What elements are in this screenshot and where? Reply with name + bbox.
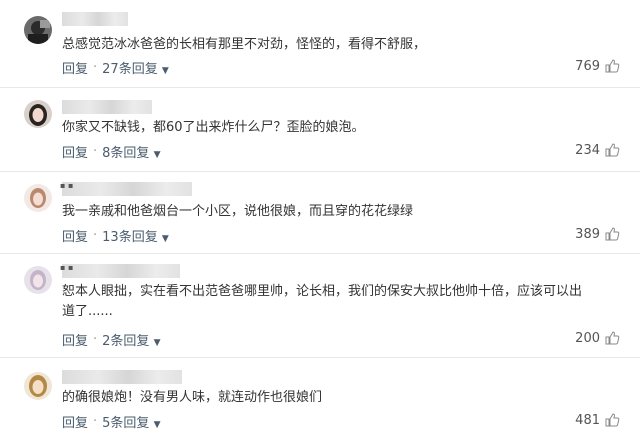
comment-meta: 回复 · 27条回复 ▼: [62, 58, 169, 77]
avatar-image: [24, 266, 52, 294]
replies-count: 5条回复: [102, 416, 150, 431]
reply-button[interactable]: 回复: [62, 412, 88, 431]
replies-toggle[interactable]: 2条回复 ▼: [102, 330, 160, 349]
meta-separator: ·: [93, 414, 98, 429]
comment-meta: 回复 · 13条回复 ▼: [62, 226, 169, 245]
meta-separator: ·: [93, 60, 98, 75]
replies-toggle[interactable]: 27条回复 ▼: [102, 58, 169, 77]
reply-button[interactable]: 回复: [62, 330, 88, 349]
comment-item: 的确很娘炮！没有男人味，就连动作也很娘们 回复 · 5条回复 ▼ 481: [0, 358, 640, 447]
replies-count: 27条回复: [102, 62, 158, 77]
username-blurred[interactable]: [60, 263, 180, 278]
avatar[interactable]: [24, 184, 52, 212]
replies-count: 13条回复: [102, 230, 158, 245]
thumbs-up-icon: [605, 331, 620, 345]
comment-text: 的确很娘炮！没有男人味，就连动作也很娘们: [62, 390, 323, 405]
avatar-image: [24, 100, 52, 128]
comment-item: 总感觉范冰冰爸爸的长相有那里不对劲，怪怪的，看得不舒服， 回复 · 27条回复 …: [0, 0, 640, 88]
like-button[interactable]: 200: [575, 330, 620, 346]
avatar[interactable]: [24, 372, 52, 400]
avatar-image: [24, 184, 52, 212]
meta-separator: ·: [93, 144, 98, 159]
comment-meta: 回复 · 2条回复 ▼: [62, 330, 161, 349]
comment-text: 我一亲戚和他爸烟台一个小区，说他很娘，而且穿的花花绿绿: [62, 204, 414, 219]
chevron-down-icon: ▼: [153, 338, 161, 348]
like-count: 389: [575, 226, 600, 242]
reply-button[interactable]: 回复: [62, 58, 88, 77]
thumbs-up-icon: [605, 413, 620, 427]
reply-button[interactable]: 回复: [62, 142, 88, 161]
like-button[interactable]: 769: [575, 58, 620, 74]
chevron-down-icon: ▼: [153, 150, 161, 160]
thumbs-up-icon: [605, 143, 620, 157]
like-button[interactable]: 481: [575, 412, 620, 428]
chevron-down-icon: ▼: [161, 66, 169, 76]
replies-count: 8条回复: [102, 146, 150, 161]
comment-list: 总感觉范冰冰爸爸的长相有那里不对劲，怪怪的，看得不舒服， 回复 · 27条回复 …: [0, 0, 640, 447]
replies-toggle[interactable]: 8条回复 ▼: [102, 142, 160, 161]
avatar-image: [24, 16, 52, 44]
replies-count: 2条回复: [102, 334, 150, 349]
like-count: 200: [575, 330, 600, 346]
username-blurred[interactable]: [62, 370, 182, 384]
comment-meta: 回复 · 8条回复 ▼: [62, 142, 161, 161]
avatar[interactable]: [24, 266, 52, 294]
chevron-down-icon: ▼: [153, 420, 161, 430]
chevron-down-icon: ▼: [161, 234, 169, 244]
replies-toggle[interactable]: 13条回复 ▼: [102, 226, 169, 245]
comment-item: 我一亲戚和他爸烟台一个小区，说他很娘，而且穿的花花绿绿 回复 · 13条回复 ▼…: [0, 172, 640, 254]
comment-item: 恕本人眼拙，实在看不出范爸爸哪里帅，论长相，我们的保安大叔比他帅十倍，应该可以出…: [0, 254, 640, 358]
username-blurred[interactable]: [60, 181, 192, 196]
username-blurred[interactable]: [62, 12, 128, 26]
thumbs-up-icon: [605, 59, 620, 73]
like-button[interactable]: 389: [575, 226, 620, 242]
like-count: 769: [575, 58, 600, 74]
comment-meta: 回复 · 5条回复 ▼: [62, 412, 161, 431]
reply-button[interactable]: 回复: [62, 226, 88, 245]
like-count: 234: [575, 142, 600, 158]
like-count: 481: [575, 412, 600, 428]
like-button[interactable]: 234: [575, 142, 620, 158]
comment-text: 总感觉范冰冰爸爸的长相有那里不对劲，怪怪的，看得不舒服，: [62, 37, 427, 52]
thumbs-up-icon: [605, 227, 620, 241]
meta-separator: ·: [93, 228, 98, 243]
avatar-image: [24, 372, 52, 400]
comment-text: 恕本人眼拙，实在看不出范爸爸哪里帅，论长相，我们的保安大叔比他帅十倍，应该可以出…: [62, 284, 583, 319]
avatar[interactable]: [24, 100, 52, 128]
replies-toggle[interactable]: 5条回复 ▼: [102, 412, 160, 431]
comment-item: 你家又不缺钱，都60了出来炸什么尸？歪脸的娘泡。 回复 · 8条回复 ▼ 234: [0, 88, 640, 172]
avatar[interactable]: [24, 16, 52, 44]
username-blurred[interactable]: [62, 100, 152, 114]
meta-separator: ·: [93, 332, 98, 347]
comment-text: 你家又不缺钱，都60了出来炸什么尸？歪脸的娘泡。: [62, 120, 365, 135]
